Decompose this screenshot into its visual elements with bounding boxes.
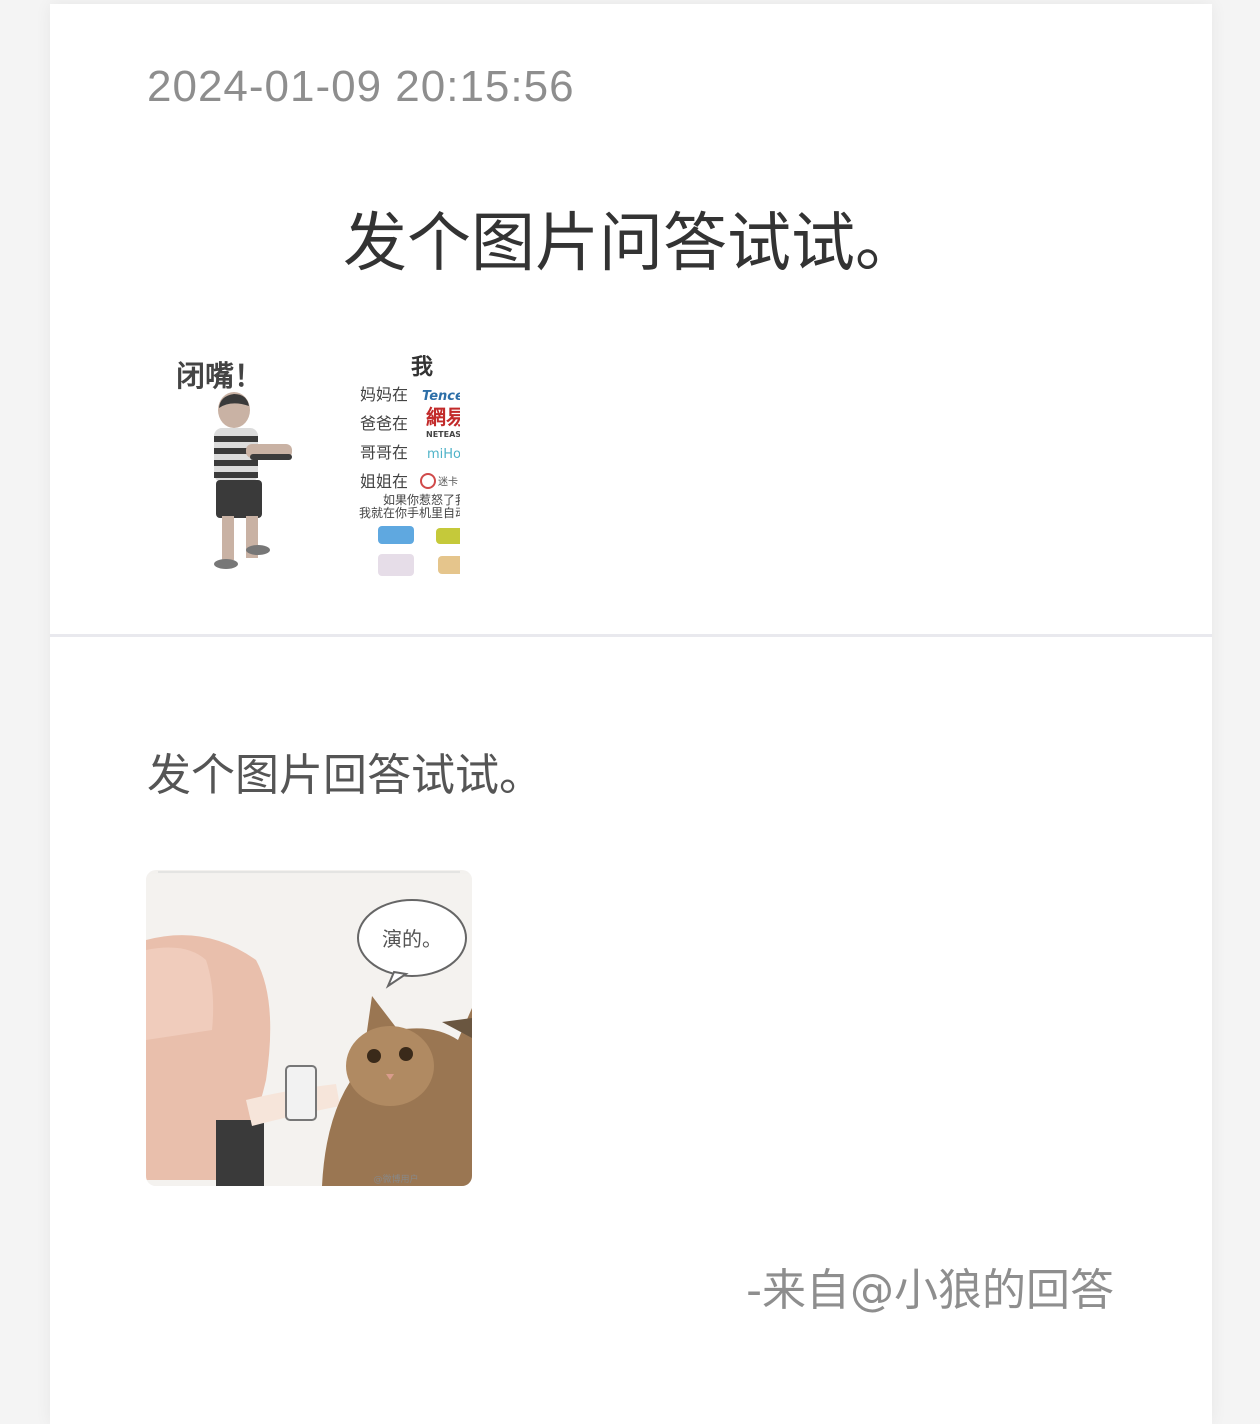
meme-row-label: 爸爸在	[360, 414, 408, 433]
netease-subtitle: NETEASE	[426, 430, 460, 439]
qa-card: 2024-01-09 20:15:56 发个图片问答试试。 闭嘴！ 我 妈妈在 …	[50, 4, 1212, 1424]
watermark: @微博用户	[373, 1173, 418, 1185]
speech-bubble-text: 演的。	[382, 927, 442, 951]
tencent-logo: Tencent腾讯	[422, 388, 460, 404]
section-divider	[50, 634, 1212, 637]
game-logos-grid	[378, 526, 480, 576]
question-title: 发个图片问答试试。	[343, 207, 919, 281]
yokaverse-logo-text: 迷卡	[438, 475, 458, 488]
yokaverse-logo: 迷卡	[420, 473, 458, 489]
meme-row-label: 哥哥在	[360, 443, 408, 462]
meme-warning-line: 我就在你手机里自动下载	[359, 506, 460, 520]
mihoyo-logo: miHoYo	[427, 447, 460, 462]
answer-text: 发个图片回答试试。	[147, 750, 543, 801]
boy-figure-illustration	[214, 392, 292, 569]
meme-caption-shut-up: 闭嘴！	[176, 359, 263, 393]
post-timestamp: 2024-01-09 20:15:56	[147, 62, 575, 111]
meme-row-label: 妈妈在	[360, 385, 408, 404]
answer-source: -来自@小狼的回答	[746, 1265, 1114, 1316]
netease-logo: 網易	[426, 405, 460, 429]
meme-warning-line: 如果你惹怒了我	[383, 492, 460, 507]
meme-title-me: 我	[411, 355, 433, 380]
question-meme-image[interactable]: 闭嘴！ 我 妈妈在 Tencent腾讯 爸爸在	[170, 344, 506, 584]
answer-meme-image[interactable]: 演的。 @微博用户	[146, 870, 472, 1186]
meme-row-label: 姐姐在	[360, 472, 408, 491]
